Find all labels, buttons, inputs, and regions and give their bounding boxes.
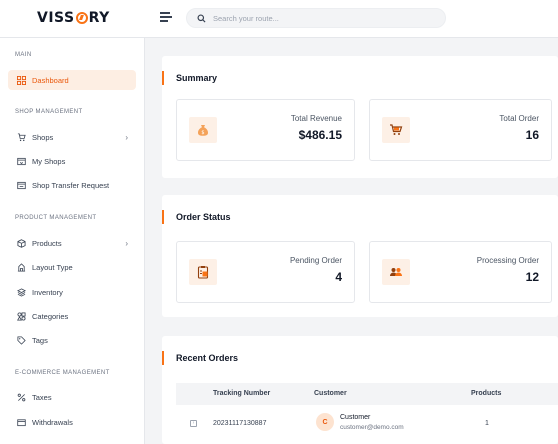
people-icon — [382, 259, 410, 285]
percent-icon — [16, 392, 26, 402]
section-label-product-management: PRODUCT MANAGEMENT — [15, 215, 97, 221]
row-expand-icon[interactable]: › — [190, 420, 197, 427]
stat-label: Processing Order — [476, 256, 539, 265]
stat-pending-order: Pending Order 4 — [176, 241, 355, 303]
section-accent-bar — [162, 351, 164, 365]
brand-text-right: RY — [88, 10, 110, 26]
sidebar-item-categories[interactable]: Categories — [8, 306, 136, 326]
sidebar-item-my-shops[interactable]: My Shops — [8, 151, 136, 171]
chevron-right-icon: › — [125, 132, 128, 142]
summary-card: Summary $ Total Revenue $486.15 Total Or… — [162, 56, 558, 178]
box-icon — [16, 238, 26, 248]
section-accent-bar — [162, 210, 164, 224]
stat-label: Total Revenue — [290, 114, 342, 123]
stat-value: 12 — [525, 270, 539, 284]
stat-processing-order: Processing Order 12 — [369, 241, 552, 303]
layout-icon — [16, 262, 26, 272]
stat-value: 4 — [335, 270, 342, 284]
menu-toggle-icon[interactable] — [160, 12, 172, 22]
chevron-right-icon: › — [125, 238, 128, 248]
sidebar-item-shops[interactable]: Shops › — [8, 127, 136, 147]
products-count: 1 — [485, 420, 489, 427]
recent-orders-title: Recent Orders — [176, 353, 239, 363]
table-row[interactable]: › 20231117130887 C Customer customer@dem… — [176, 407, 558, 439]
tag-icon — [16, 335, 26, 345]
categories-icon — [16, 311, 26, 321]
sidebar-item-label: Categories — [32, 311, 69, 321]
table-header: Tracking Number Customer Products — [176, 383, 558, 405]
sidebar-item-layout-type[interactable]: Layout Type — [8, 257, 136, 277]
brand-text-left: VISS — [37, 10, 75, 26]
store-icon — [16, 156, 26, 166]
logo-o-icon — [75, 12, 88, 24]
sidebar-item-taxes[interactable]: Taxes — [8, 387, 136, 407]
stat-label: Pending Order — [289, 256, 342, 265]
sidebar-item-withdrawals[interactable]: Withdrawals — [8, 412, 136, 432]
stat-value: 16 — [525, 128, 539, 142]
sidebar-item-label: Shop Transfer Request — [32, 180, 110, 190]
cart-icon — [382, 117, 410, 143]
order-status-title: Order Status — [176, 212, 231, 222]
avatar: C — [316, 413, 334, 431]
sidebar-item-label: Inventory — [32, 287, 63, 297]
section-accent-bar — [162, 71, 164, 85]
money-bag-icon: $ — [189, 117, 217, 143]
column-header-tracking[interactable]: Tracking Number — [213, 390, 270, 397]
brand-logo[interactable]: VISS RY — [37, 10, 110, 26]
sidebar-item-products[interactable]: Products › — [8, 233, 136, 253]
stat-total-revenue: $ Total Revenue $486.15 — [176, 99, 355, 161]
search-input[interactable] — [213, 13, 413, 23]
search-bar[interactable] — [186, 8, 446, 28]
sidebar: MAIN Dashboard SHOP MANAGEMENT Shops › M… — [0, 38, 145, 444]
sidebar-item-label: Tags — [32, 335, 48, 345]
wallet-icon — [16, 417, 26, 427]
sidebar-item-label: Products — [32, 238, 62, 248]
sidebar-item-inventory[interactable]: Inventory — [8, 282, 136, 302]
sidebar-item-dashboard[interactable]: Dashboard — [8, 70, 136, 90]
sidebar-item-label: Taxes — [32, 392, 52, 402]
sidebar-item-tags[interactable]: Tags — [8, 330, 136, 350]
section-label-shop-management: SHOP MANAGEMENT — [15, 109, 83, 115]
top-bar: VISS RY — [0, 0, 558, 38]
sidebar-item-label: Shops — [32, 132, 54, 142]
stat-label: Total Order — [499, 114, 539, 123]
sidebar-item-shop-transfer-request[interactable]: Shop Transfer Request — [8, 175, 136, 195]
sidebar-item-label: My Shops — [32, 156, 66, 166]
sidebar-item-label: Dashboard — [32, 75, 69, 85]
layers-icon — [16, 287, 26, 297]
transfer-icon — [16, 180, 26, 190]
svg-text:$: $ — [201, 130, 204, 136]
clipboard-icon — [189, 259, 217, 285]
section-label-main: MAIN — [15, 52, 32, 58]
grid-icon — [16, 75, 26, 85]
customer-email: customer@demo.com — [340, 424, 404, 431]
summary-title: Summary — [176, 73, 218, 83]
tracking-number: 20231117130887 — [213, 420, 267, 427]
order-status-card: Order Status Pending Order 4 Processing … — [162, 195, 558, 317]
sidebar-item-label: Layout Type — [32, 262, 73, 272]
column-header-products[interactable]: Products — [471, 390, 501, 397]
search-icon — [197, 13, 206, 23]
sidebar-item-label: Withdrawals — [32, 417, 73, 427]
customer-name: Customer — [340, 414, 371, 421]
stat-value: $486.15 — [298, 128, 342, 142]
stat-total-order: Total Order 16 — [369, 99, 552, 161]
shop-icon — [16, 132, 26, 142]
column-header-customer[interactable]: Customer — [314, 390, 347, 397]
section-label-ecommerce-management: E-COMMERCE MANAGEMENT — [15, 370, 110, 376]
